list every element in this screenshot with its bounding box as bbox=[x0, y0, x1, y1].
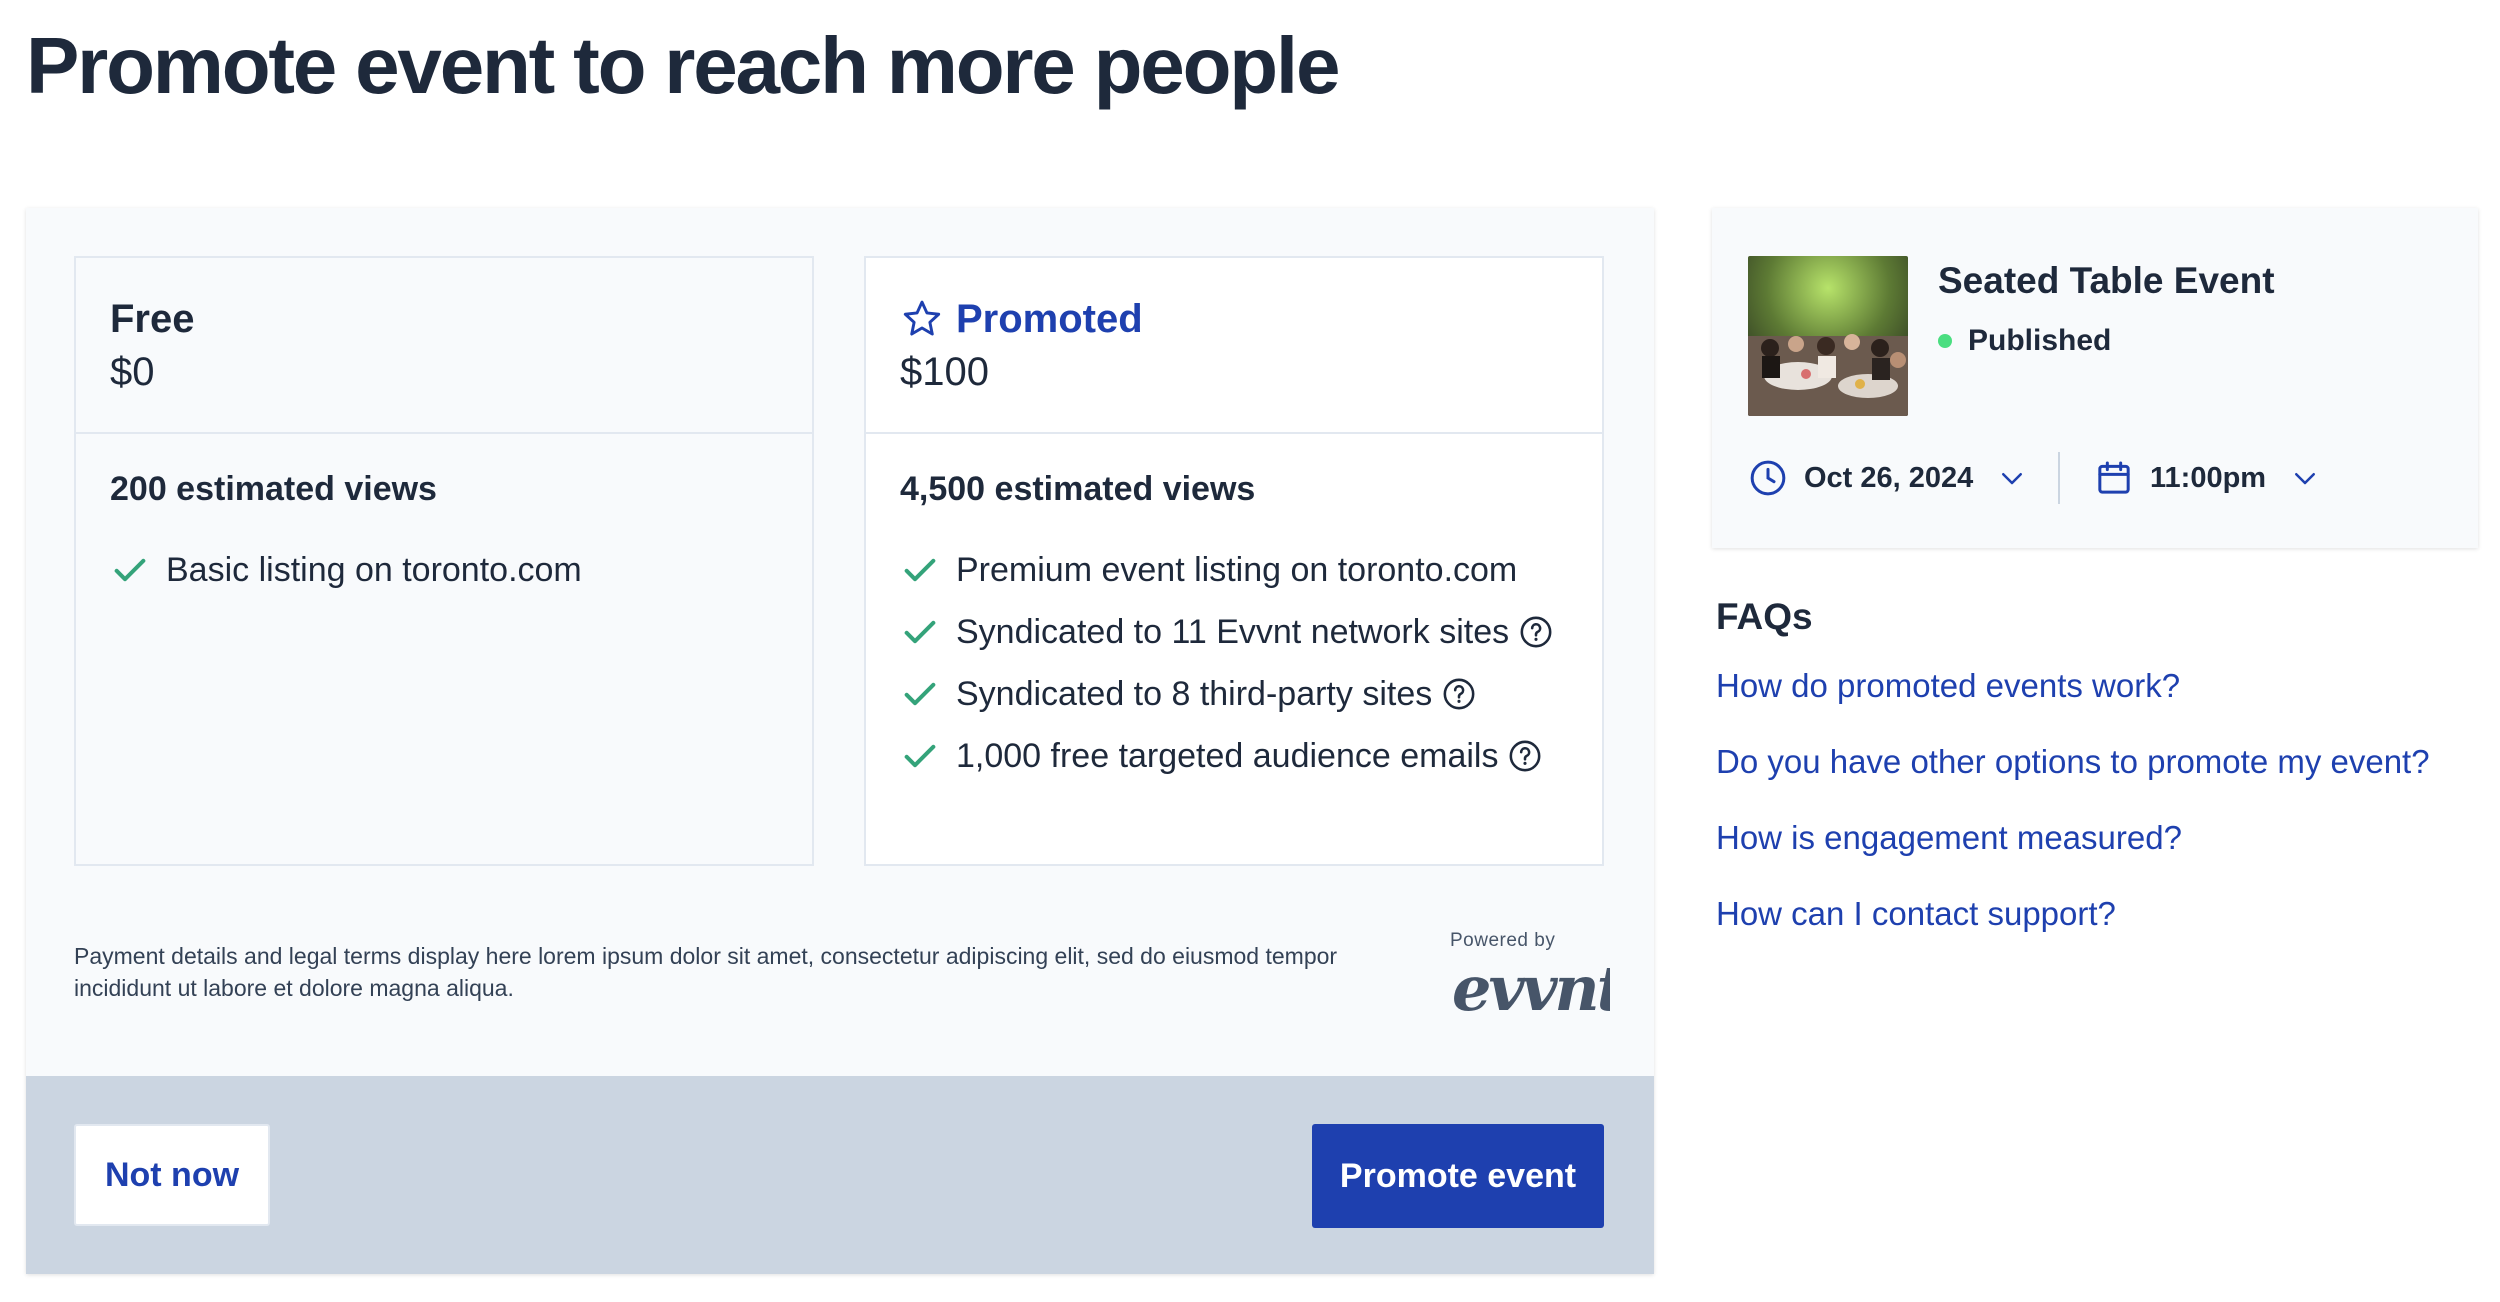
event-title: Seated Table Event bbox=[1938, 260, 2275, 301]
action-bar: Not now Promote event bbox=[26, 1076, 1654, 1274]
feature-item: 1,000 free targeted audience emails bbox=[900, 725, 1602, 787]
promote-event-button[interactable]: Promote event bbox=[1312, 1124, 1604, 1228]
date-value: Oct 26, 2024 bbox=[1804, 461, 1974, 494]
check-icon bbox=[904, 744, 936, 768]
plan-header: Promoted $100 bbox=[866, 258, 1602, 434]
check-icon bbox=[904, 682, 936, 706]
faqs-section: FAQs How do promoted events work? Do you… bbox=[1716, 596, 2430, 968]
not-now-button[interactable]: Not now bbox=[74, 1124, 270, 1226]
faq-link[interactable]: How can I contact support? bbox=[1716, 892, 2430, 936]
svg-text:evvnt: evvnt bbox=[1452, 956, 1610, 1025]
time-value: 11:00pm bbox=[2150, 461, 2267, 494]
status-dot-icon bbox=[1938, 334, 1952, 348]
feature-label: Premium event listing on toronto.com bbox=[956, 550, 1518, 589]
plan-body: 4,500 estimated views Premium event list… bbox=[866, 434, 1602, 787]
evvnt-logo: evvnt bbox=[1452, 956, 1610, 1025]
check-icon bbox=[904, 558, 936, 582]
feature-label: Syndicated to 8 third-party sites bbox=[956, 674, 1433, 713]
faq-link[interactable]: How is engagement measured? bbox=[1716, 816, 2430, 860]
plan-price: $100 bbox=[900, 350, 989, 394]
chevron-down-icon bbox=[2002, 473, 2023, 485]
plan-name-label: Promoted bbox=[956, 297, 1143, 341]
feature-item: Basic listing on toronto.com bbox=[110, 539, 812, 601]
event-summary-card: Seated Table Event Published Oct 26, 202… bbox=[1712, 208, 2478, 548]
status-badge: Published bbox=[1938, 324, 2111, 358]
feature-item: Syndicated to 8 third-party sites bbox=[900, 663, 1602, 725]
plan-header: Free $0 bbox=[76, 258, 812, 434]
star-outline-icon bbox=[903, 300, 941, 336]
plan-body: 200 estimated views Basic listing on tor… bbox=[76, 434, 812, 601]
page-title: Promote event to reach more people bbox=[26, 21, 1340, 110]
feature-label: Basic listing on toronto.com bbox=[166, 550, 582, 589]
powered-by-label: Powered by bbox=[1450, 930, 1556, 951]
clock-icon bbox=[1750, 460, 1786, 496]
picker-divider bbox=[2058, 452, 2060, 504]
check-icon bbox=[114, 558, 146, 582]
legal-terms: Payment details and legal terms display … bbox=[74, 943, 1338, 1001]
chevron-down-icon bbox=[2295, 473, 2316, 485]
time-picker[interactable]: 11:00pm bbox=[2094, 454, 2320, 502]
estimated-views: 4,500 estimated views bbox=[900, 470, 1256, 508]
plan-free[interactable]: Free $0 200 estimated views Basic listin… bbox=[74, 256, 814, 866]
promotion-card: Free $0 200 estimated views Basic listin… bbox=[26, 208, 1654, 1274]
feature-item: Premium event listing on toronto.com bbox=[900, 539, 1602, 601]
feature-item: Syndicated to 11 Evvnt network sites bbox=[900, 601, 1602, 663]
plan-name: Free bbox=[110, 297, 195, 341]
plan-name: Promoted bbox=[900, 294, 1602, 344]
question-circle-icon[interactable] bbox=[1508, 739, 1542, 773]
estimated-views: 200 estimated views bbox=[110, 470, 437, 508]
status-label: Published bbox=[1968, 324, 2112, 357]
faq-link[interactable]: How do promoted events work? bbox=[1716, 664, 2430, 708]
feature-label: 1,000 free targeted audience emails bbox=[956, 736, 1499, 775]
faqs-title: FAQs bbox=[1716, 596, 1813, 637]
plan-promoted[interactable]: Promoted $100 4,500 estimated views Prem… bbox=[864, 256, 1604, 866]
calendar-icon bbox=[2098, 461, 2130, 494]
faq-link[interactable]: Do you have other options to promote my … bbox=[1716, 740, 2430, 784]
event-thumbnail bbox=[1748, 256, 1908, 416]
powered-by: Powered by evvnt bbox=[1450, 930, 1630, 1026]
date-picker[interactable]: Oct 26, 2024 bbox=[1748, 454, 2027, 502]
question-circle-icon[interactable] bbox=[1442, 677, 1476, 711]
check-icon bbox=[904, 620, 936, 644]
question-circle-icon[interactable] bbox=[1519, 615, 1553, 649]
feature-label: Syndicated to 11 Evvnt network sites bbox=[956, 612, 1510, 651]
plan-price: $0 bbox=[110, 350, 155, 394]
